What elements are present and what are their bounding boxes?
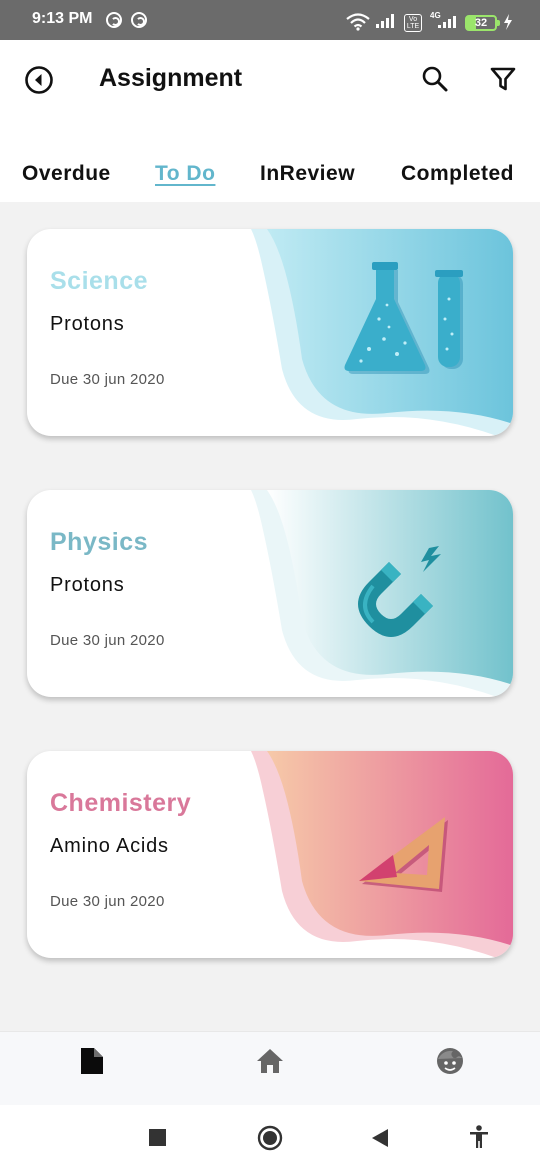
bottom-navigation (0, 1031, 540, 1105)
flask-and-test-tube-icon (344, 262, 463, 374)
filter-funnel-icon[interactable] (489, 65, 517, 93)
subject-title: Chemistery (50, 789, 192, 817)
recents-square-icon[interactable] (149, 1129, 166, 1146)
assignment-topic: Amino Acids (50, 835, 169, 857)
charging-bolt-icon (504, 14, 512, 30)
due-date: Due 30 jun 2020 (50, 632, 165, 649)
subject-title: Physics (50, 528, 149, 556)
assignment-card[interactable]: Science Protons Due 30 jun 2020 (27, 229, 513, 436)
status-bar: 9:13 PM Vo LTE 4G 32 (0, 0, 540, 40)
signal-strength-icon (376, 14, 394, 28)
assignment-card[interactable]: Chemistery Amino Acids Due 30 jun 2020 (27, 751, 513, 958)
app-header: Assignment Overdue To Do InReview Comple… (0, 40, 540, 202)
due-date: Due 30 jun 2020 (50, 371, 165, 388)
app-notification-icon (106, 12, 122, 28)
home-icon[interactable] (255, 1046, 285, 1076)
document-icon[interactable] (77, 1046, 107, 1076)
due-date: Due 30 jun 2020 (50, 893, 165, 910)
tab-in-review[interactable]: InReview (260, 162, 355, 186)
tab-completed[interactable]: Completed (401, 162, 514, 186)
battery-level-label: 32 (474, 17, 488, 29)
search-icon[interactable] (421, 65, 449, 93)
tab-to-do[interactable]: To Do (155, 162, 215, 186)
subject-title: Science (50, 267, 149, 295)
system-navigation-bar (0, 1105, 540, 1170)
tab-overdue[interactable]: Overdue (22, 162, 111, 186)
assignment-topic: Protons (50, 574, 125, 596)
set-square-icon (359, 817, 448, 892)
accessibility-icon[interactable] (469, 1125, 489, 1149)
signal-strength-icon (438, 16, 456, 28)
page-title: Assignment (99, 64, 243, 92)
profile-face-icon[interactable] (435, 1046, 465, 1076)
circle-back-arrow-icon[interactable] (24, 65, 54, 95)
assignment-topic: Protons (50, 313, 125, 335)
assignment-card[interactable]: Physics Protons Due 30 jun 2020 (27, 490, 513, 697)
volte-badge: Vo LTE (404, 14, 422, 32)
magnet-icon (358, 546, 441, 637)
status-time: 9:13 PM (32, 10, 93, 27)
wifi-icon (346, 13, 370, 31)
home-circle-icon[interactable] (257, 1125, 283, 1151)
back-triangle-icon[interactable] (371, 1129, 389, 1147)
battery-indicator: 32 (465, 15, 500, 31)
app-notification-icon (131, 12, 147, 28)
